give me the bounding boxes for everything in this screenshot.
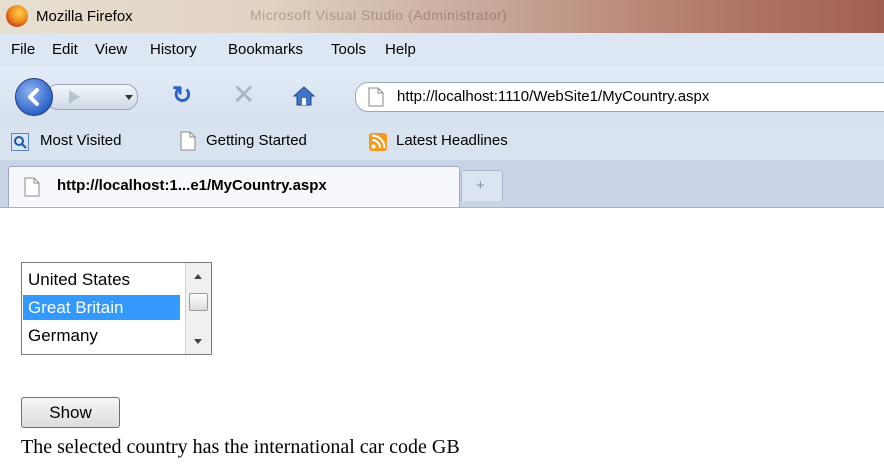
listbox-option-selected[interactable]: Great Britain — [23, 295, 180, 320]
navigation-toolbar: ↻ ✕ http://localhost:1110/WebSite1/MyCou… — [0, 67, 884, 122]
result-text: The selected country has the internation… — [21, 436, 460, 458]
menu-help[interactable]: Help — [385, 41, 416, 58]
back-button[interactable] — [15, 78, 53, 116]
menu-bar: File Edit View History Bookmarks Tools H… — [0, 33, 884, 67]
page-icon — [368, 87, 384, 112]
bookmark-getting-started[interactable]: Getting Started — [206, 132, 307, 149]
menu-history[interactable]: History — [150, 41, 197, 58]
page-icon — [180, 131, 196, 155]
window-title: Mozilla Firefox — [36, 8, 133, 25]
show-button[interactable]: Show — [21, 397, 120, 428]
forward-button[interactable] — [46, 84, 138, 110]
menu-edit[interactable]: Edit — [52, 41, 78, 58]
listbox-option[interactable]: Germany — [23, 323, 180, 348]
bookmark-most-visited[interactable]: Most Visited — [40, 132, 121, 149]
history-dropdown-icon[interactable] — [125, 95, 133, 100]
background-window-title: Microsoft Visual Studio (Administrator) — [250, 7, 508, 23]
tab-strip: http://localhost:1...e1/MyCountry.aspx + — [0, 160, 884, 208]
window-titlebar: Mozilla Firefox Microsoft Visual Studio … — [0, 0, 884, 33]
firefox-logo-icon — [6, 5, 28, 27]
home-icon[interactable] — [292, 85, 316, 112]
page-icon — [24, 177, 40, 202]
back-arrow-icon — [28, 88, 39, 106]
listbox-scrollbar[interactable] — [185, 263, 211, 354]
bookmark-latest-headlines[interactable]: Latest Headlines — [396, 132, 508, 149]
bookmarks-toolbar: Most Visited Getting Started Latest Head… — [0, 122, 884, 160]
menu-bookmarks[interactable]: Bookmarks — [228, 41, 303, 58]
tab-mycountry[interactable]: http://localhost:1...e1/MyCountry.aspx — [8, 166, 460, 207]
scroll-up-icon[interactable] — [194, 274, 202, 279]
search-bookmark-icon — [11, 133, 29, 155]
url-text[interactable]: http://localhost:1110/WebSite1/MyCountry… — [397, 88, 709, 105]
stop-icon[interactable]: ✕ — [232, 81, 255, 109]
scroll-down-icon[interactable] — [194, 339, 202, 344]
plus-icon: + — [476, 177, 485, 194]
forward-arrow-icon — [69, 90, 80, 104]
reload-icon[interactable]: ↻ — [172, 84, 192, 108]
scroll-thumb[interactable] — [189, 293, 208, 311]
menu-view[interactable]: View — [95, 41, 127, 58]
country-listbox[interactable]: United States Great Britain Germany — [21, 262, 212, 355]
url-bar[interactable]: http://localhost:1110/WebSite1/MyCountry… — [355, 82, 884, 112]
tab-title: http://localhost:1...e1/MyCountry.aspx — [57, 177, 327, 194]
listbox-option[interactable]: United States — [23, 267, 180, 292]
menu-tools[interactable]: Tools — [331, 41, 366, 58]
rss-feed-icon — [369, 133, 387, 155]
menu-file[interactable]: File — [11, 41, 35, 58]
new-tab-button[interactable]: + — [461, 170, 503, 201]
